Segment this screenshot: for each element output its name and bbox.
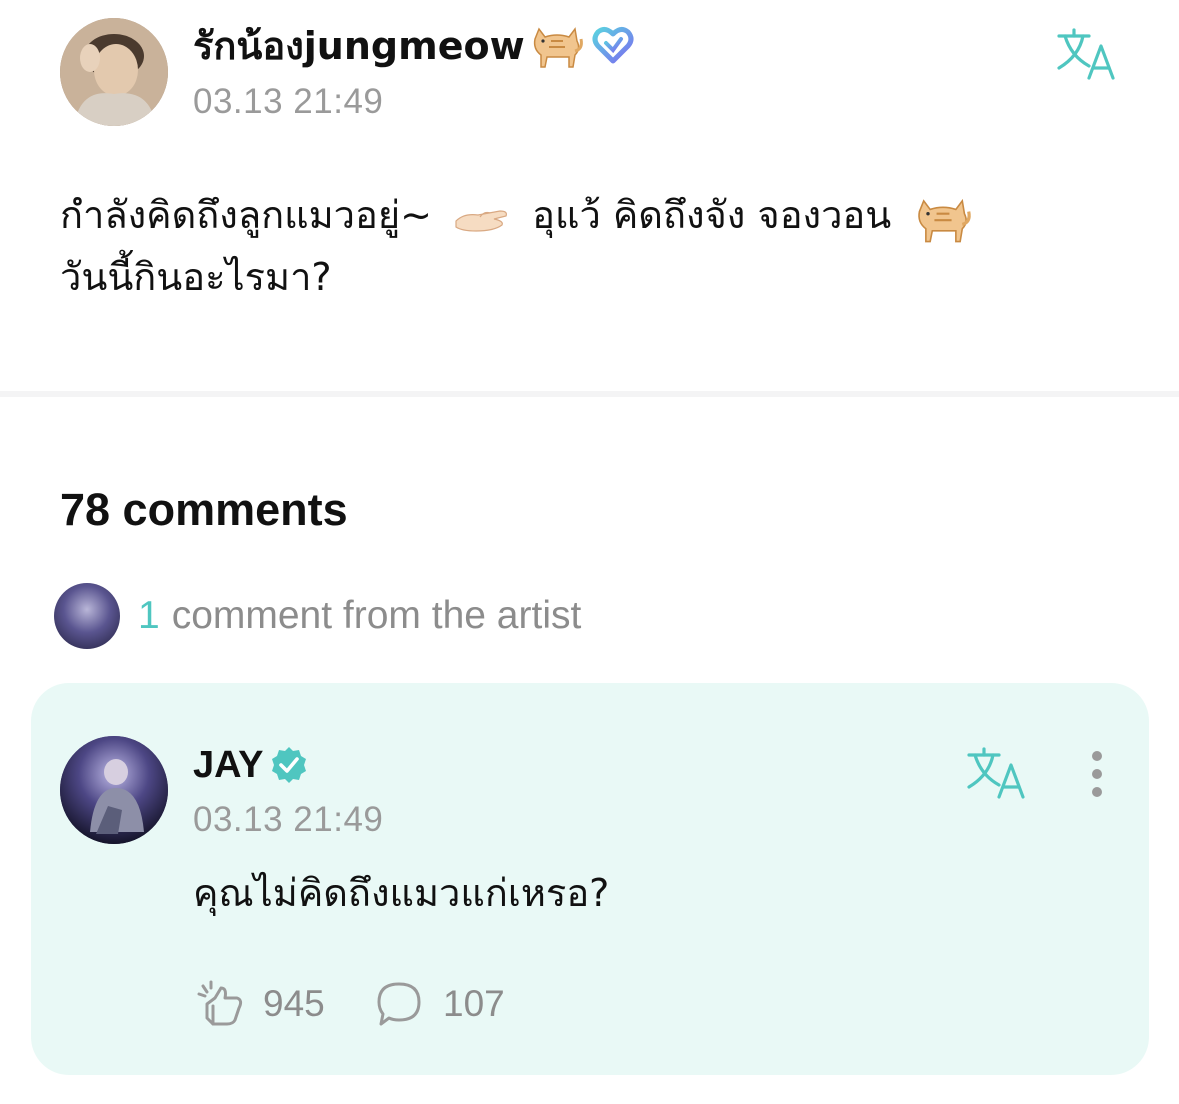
artist-comment-count: 1 <box>138 594 160 637</box>
post-body-line-2: วันนี้กินอะไรมา? <box>60 255 332 299</box>
comment-translate-icon[interactable] <box>965 745 1029 801</box>
reply-button[interactable]: 107 <box>373 978 505 1030</box>
comment-text: คุณไม่คิดถึงแมวแก่เหรอ? <box>193 871 610 915</box>
translate-icon[interactable] <box>1055 26 1119 82</box>
artist-comment-label: comment from the artist <box>171 594 582 637</box>
post-timestamp: 03.13 21:49 <box>193 82 384 121</box>
post-body-line-1: กำลังคิดถึงลูกแมวอยู่~ อุแว้ คิดถึงจัง จ… <box>60 184 1120 246</box>
avatar-photo <box>60 736 168 844</box>
like-button[interactable]: 945 <box>193 978 325 1030</box>
more-options-icon[interactable] <box>1080 748 1114 800</box>
comments-count: 78 comments <box>60 484 348 535</box>
cat-emoji <box>918 198 972 242</box>
section-divider <box>0 391 1179 397</box>
artist-mini-avatar <box>54 583 120 649</box>
post-body: กำลังคิดถึงลูกแมวอยู่~ อุแว้ คิดถึงจัง จ… <box>60 184 1120 308</box>
verified-badge-icon <box>272 747 307 783</box>
avatar-photo <box>60 18 168 126</box>
post-detail-page: รักน้องjungmeow 03.13 21:49 กำลังคิดถึงล… <box>0 0 1179 1104</box>
comment-author-name[interactable]: JAY <box>193 742 309 788</box>
heart-badge-icon <box>592 26 634 64</box>
comment-author-avatar[interactable] <box>60 736 168 844</box>
comment-timestamp: 03.13 21:49 <box>193 800 384 839</box>
post-author-label: รักน้องjungmeow <box>193 23 525 68</box>
comment-author-label: JAY <box>193 743 264 786</box>
post-author-avatar[interactable] <box>60 18 168 126</box>
reply-icon <box>377 982 421 1026</box>
post-body-text-1b: อุแว้ คิดถึงจัง จองวอน <box>532 193 892 237</box>
reply-count: 107 <box>443 983 505 1024</box>
palm-up-hand-emoji <box>455 209 508 232</box>
post-body-text-1a: กำลังคิดถึงลูกแมวอยู่~ <box>60 193 432 237</box>
post-author-name[interactable]: รักน้องjungmeow <box>193 20 635 70</box>
cat-emoji <box>533 27 583 68</box>
like-count: 945 <box>263 983 325 1024</box>
like-icon <box>197 980 243 1026</box>
artist-comment-summary[interactable]: 1 comment from the artist <box>54 583 581 649</box>
